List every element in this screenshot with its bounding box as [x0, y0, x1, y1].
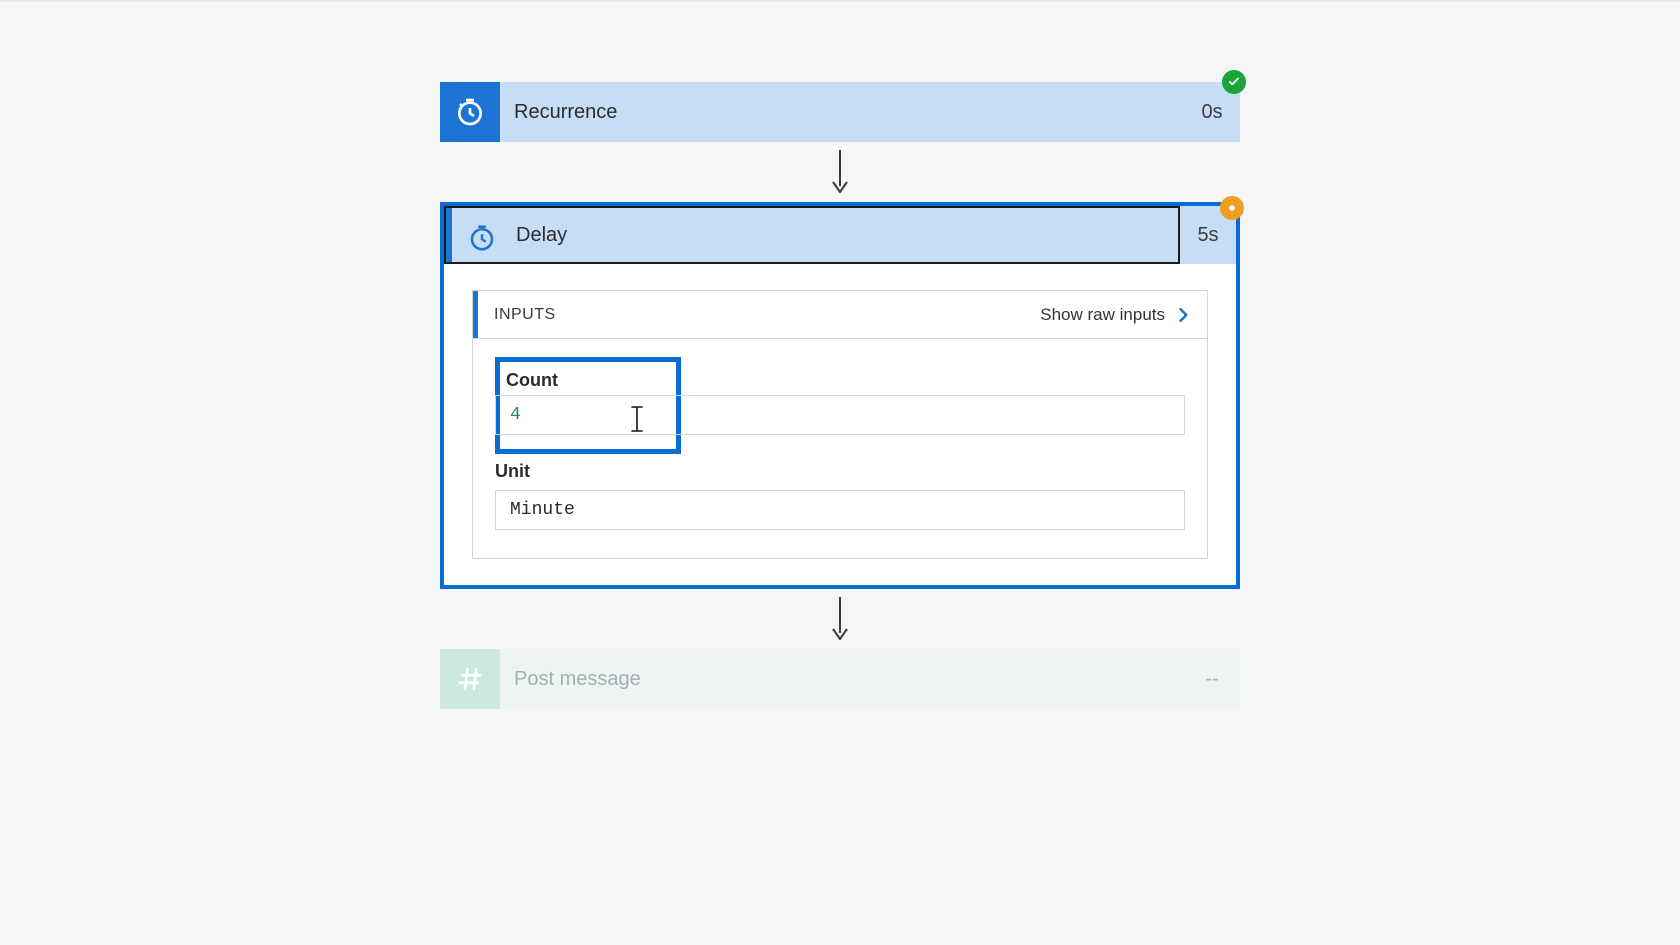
count-input[interactable]: 4 [495, 395, 1185, 435]
step-title: Delay [512, 208, 1178, 262]
step-duration: -- [1184, 649, 1240, 709]
unit-input[interactable]: Minute [495, 490, 1185, 530]
step-delay[interactable]: Delay 5s INPUTS Show raw inputs Count [440, 202, 1240, 589]
connector-arrow [440, 589, 1240, 649]
step-title: Post message [500, 649, 1184, 709]
step-post-message[interactable]: Post message -- [440, 649, 1240, 709]
running-badge-icon [1220, 196, 1244, 220]
timer-icon [452, 208, 512, 268]
step-title: Recurrence [500, 82, 1184, 142]
hashtag-icon [440, 649, 500, 709]
inputs-panel: INPUTS Show raw inputs Count [472, 290, 1208, 559]
show-raw-inputs-link[interactable]: Show raw inputs [1040, 305, 1173, 325]
checkmark-icon [1222, 70, 1246, 94]
step-recurrence[interactable]: Recurrence 0s [440, 82, 1240, 142]
inputs-label: INPUTS [478, 306, 1040, 324]
unit-label: Unit [495, 461, 1185, 482]
clock-icon [440, 82, 500, 142]
connector-arrow [440, 142, 1240, 202]
chevron-right-icon[interactable] [1173, 305, 1207, 325]
count-label: Count [506, 370, 670, 391]
